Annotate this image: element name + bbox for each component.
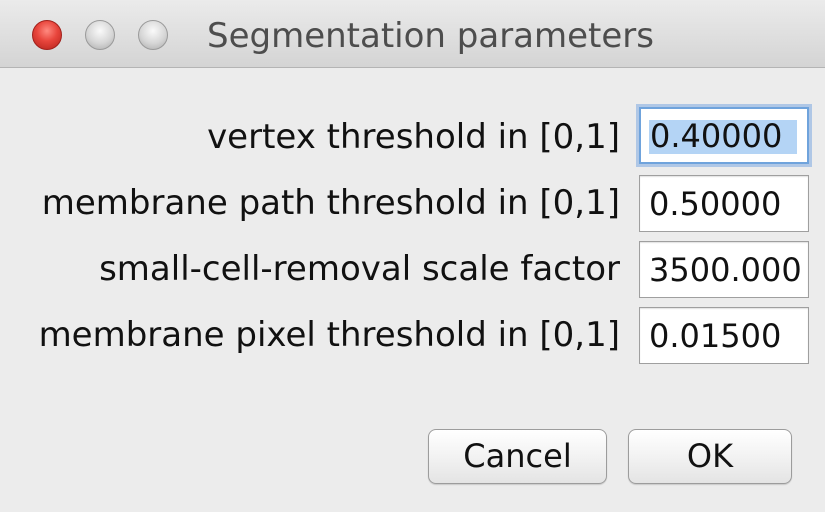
zoom-icon[interactable] xyxy=(138,20,168,50)
membrane-path-threshold-label: membrane path threshold in [0,1] xyxy=(41,183,620,223)
vertex-threshold-label: vertex threshold in [0,1] xyxy=(207,117,620,157)
small-cell-removal-scale-label: small-cell-removal scale factor xyxy=(99,249,620,289)
vertex-threshold-input[interactable] xyxy=(641,109,807,162)
ok-button[interactable]: OK xyxy=(628,429,792,484)
window-title: Segmentation parameters xyxy=(207,16,654,56)
vertex-threshold-field-box[interactable] xyxy=(639,107,809,164)
membrane-pixel-threshold-label: membrane pixel threshold in [0,1] xyxy=(38,315,620,355)
membrane-pixel-threshold-field-box[interactable] xyxy=(639,307,809,364)
close-icon[interactable] xyxy=(32,20,62,50)
small-cell-removal-scale-field-box[interactable] xyxy=(639,241,809,298)
membrane-path-threshold-input[interactable] xyxy=(640,176,808,231)
minimize-icon[interactable] xyxy=(85,20,115,50)
membrane-path-threshold-field-box[interactable] xyxy=(639,175,809,232)
cancel-button[interactable]: Cancel xyxy=(428,429,607,484)
membrane-pixel-threshold-input[interactable] xyxy=(640,308,808,363)
segmentation-dialog: Segmentation parameters vertex threshold… xyxy=(0,0,825,512)
small-cell-removal-scale-input[interactable] xyxy=(640,242,808,297)
title-bar[interactable]: Segmentation parameters xyxy=(0,0,825,68)
